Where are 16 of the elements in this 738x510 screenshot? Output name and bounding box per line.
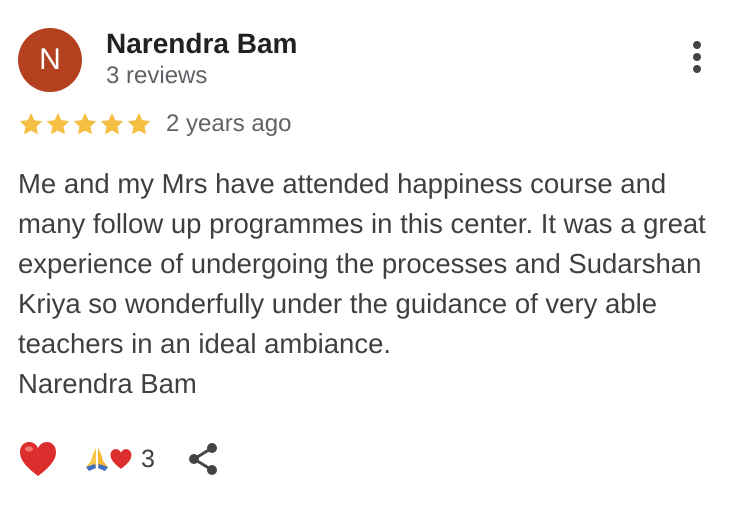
praying-hands-icon bbox=[85, 446, 109, 472]
star-icon bbox=[99, 112, 125, 136]
star-icon bbox=[45, 112, 71, 136]
review-text: Me and my Mrs have attended happiness course and many follow up programmes in this center. It was a great experience of undergoing the processes and Sudarshan Kriya so wonderfully under the guidance of very able teachers in an ideal ambiance. Narendra Bam bbox=[18, 167, 707, 401]
share-icon[interactable] bbox=[186, 442, 219, 476]
star-icon bbox=[126, 112, 152, 136]
star-icon bbox=[18, 112, 44, 136]
avatar: N bbox=[18, 28, 82, 92]
heart-icon bbox=[109, 448, 133, 470]
reaction-count: 3 bbox=[141, 444, 155, 474]
review-count: 3 reviews bbox=[106, 62, 208, 90]
reviewer-name: Narendra Bam bbox=[106, 28, 298, 60]
star-icon bbox=[72, 112, 98, 136]
more-options-icon[interactable] bbox=[692, 40, 702, 74]
heart-icon[interactable] bbox=[18, 440, 58, 478]
review-date: 2 years ago bbox=[166, 110, 292, 138]
